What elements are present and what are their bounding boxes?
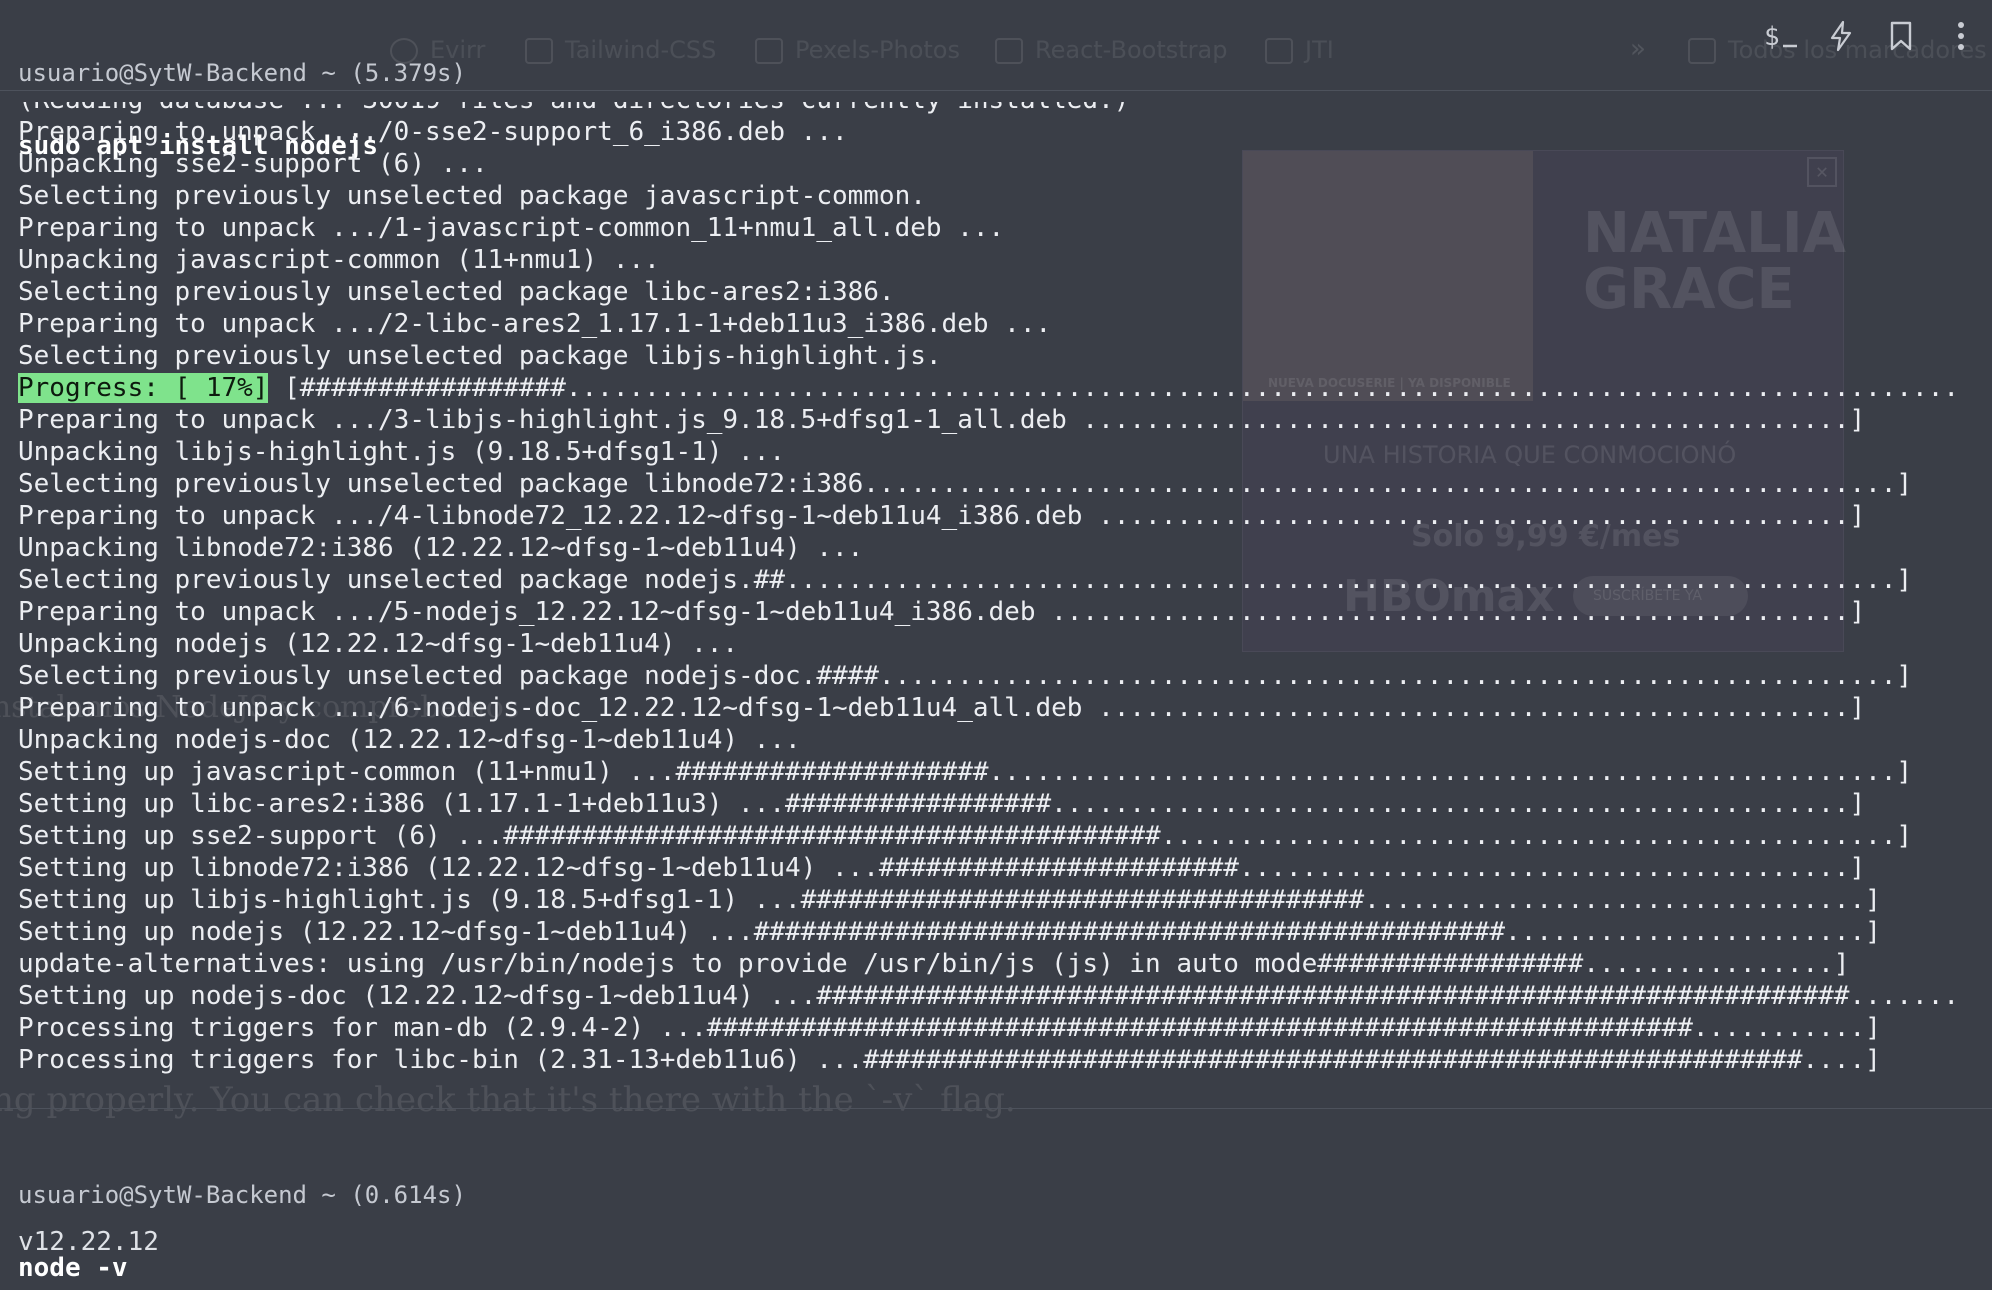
block-2-header[interactable]: usuario@SytW-Backend ~ (0.614s) node -v bbox=[18, 1140, 466, 1290]
output-line: Preparing to unpack .../0-sse2-support_6… bbox=[18, 117, 848, 147]
output-line: Selecting previously unselected package … bbox=[18, 277, 895, 307]
bookmark-icon[interactable] bbox=[1882, 16, 1920, 56]
output-lines: Preparing to unpack .../0-sse2-support_6… bbox=[18, 116, 1958, 1076]
block-toolbar: $ bbox=[1762, 16, 1980, 56]
tailwind-icon bbox=[525, 38, 553, 64]
progress-label: Progress: [ 17%] bbox=[18, 373, 269, 403]
output-line: update-alternatives: using /usr/bin/node… bbox=[18, 949, 1850, 979]
lightning-icon[interactable] bbox=[1822, 16, 1860, 56]
folder-icon bbox=[1265, 38, 1293, 64]
output-line: Unpacking nodejs (12.22.12~dfsg-1~deb11u… bbox=[18, 629, 739, 659]
more-vertical-icon[interactable] bbox=[1942, 16, 1980, 56]
output-line: Unpacking sse2-support (6) ... bbox=[18, 149, 488, 179]
output-line: Unpacking libnode72:i386 (12.22.12~dfsg-… bbox=[18, 533, 864, 563]
output-line: Selecting previously unselected package … bbox=[18, 661, 1913, 691]
output-line: Unpacking nodejs-doc (12.22.12~dfsg-1~de… bbox=[18, 725, 801, 755]
output-line: Setting up libc-ares2:i386 (1.17.1-1+deb… bbox=[18, 789, 1866, 819]
output-line: Preparing to unpack .../5-nodejs_12.22.1… bbox=[18, 597, 1866, 627]
terminal-prompt-icon[interactable]: $ bbox=[1762, 16, 1800, 56]
pexels-icon bbox=[755, 38, 783, 64]
react-bootstrap-icon bbox=[995, 38, 1023, 64]
output-line: Setting up libjs-highlight.js (9.18.5+df… bbox=[18, 885, 1881, 915]
output-line: Preparing to unpack .../2-libc-ares2_1.1… bbox=[18, 309, 1052, 339]
output-line: Processing triggers for libc-bin (2.31-1… bbox=[18, 1045, 1881, 1075]
progress-line: Progress: [ 17%] [#################.....… bbox=[18, 372, 1958, 404]
bookmarks-overflow-icon: » bbox=[1630, 34, 1646, 64]
output-line: Setting up nodejs (12.22.12~dfsg-1~deb11… bbox=[18, 917, 1881, 947]
background-text-fragment-2: ng properly. You can check that it's the… bbox=[0, 1080, 1016, 1120]
output-line: Preparing to unpack .../6-nodejs-doc_12.… bbox=[18, 693, 1866, 723]
header-divider bbox=[0, 90, 1992, 91]
bookmark-tailwind: Tailwind-CSS bbox=[525, 36, 716, 64]
block-divider bbox=[0, 1108, 1992, 1109]
output-line: Selecting previously unselected package … bbox=[18, 341, 942, 371]
output-line: Setting up sse2-support (6) ...#########… bbox=[18, 821, 1913, 851]
block-1-prompt: usuario@SytW-Backend ~ (5.379s) bbox=[18, 59, 466, 87]
output-line: Selecting previously unselected package … bbox=[18, 181, 926, 211]
output-line: Processing triggers for man-db (2.9.4-2)… bbox=[18, 1013, 1881, 1043]
folder-icon bbox=[1688, 38, 1716, 64]
output-line: Setting up libnode72:i386 (12.22.12~dfsg… bbox=[18, 853, 1866, 883]
bookmark-pexels: Pexels-Photos bbox=[755, 36, 960, 64]
block-2-output: v12.22.12 bbox=[18, 1227, 159, 1257]
output-line: Selecting previously unselected package … bbox=[18, 469, 1913, 499]
bookmark-react-bootstrap: React-Bootstrap bbox=[995, 36, 1227, 64]
output-line: Preparing to unpack .../4-libnode72_12.2… bbox=[18, 501, 1866, 531]
output-line: Unpacking javascript-common (11+nmu1) ..… bbox=[18, 245, 660, 275]
output-line: Selecting previously unselected package … bbox=[18, 565, 1913, 595]
block-2-prompt: usuario@SytW-Backend ~ (0.614s) bbox=[18, 1181, 466, 1209]
svg-text:$: $ bbox=[1764, 22, 1780, 51]
output-line: Unpacking libjs-highlight.js (9.18.5+dfs… bbox=[18, 437, 786, 467]
output-line: Preparing to unpack .../1-javascript-com… bbox=[18, 213, 1005, 243]
output-line: (Reading database ... 30019 files and di… bbox=[18, 102, 1958, 116]
output-line: Setting up nodejs-doc (12.22.12~dfsg-1~d… bbox=[18, 981, 1958, 1011]
output-line: Setting up javascript-common (11+nmu1) .… bbox=[18, 757, 1913, 787]
block-1-output: (Reading database ... 30019 files and di… bbox=[18, 102, 1958, 1082]
output-line: Preparing to unpack .../3-libjs-highligh… bbox=[18, 405, 1866, 435]
bookmark-jti: JTI bbox=[1265, 36, 1334, 64]
progress-bar: [#################......................… bbox=[268, 373, 1958, 403]
